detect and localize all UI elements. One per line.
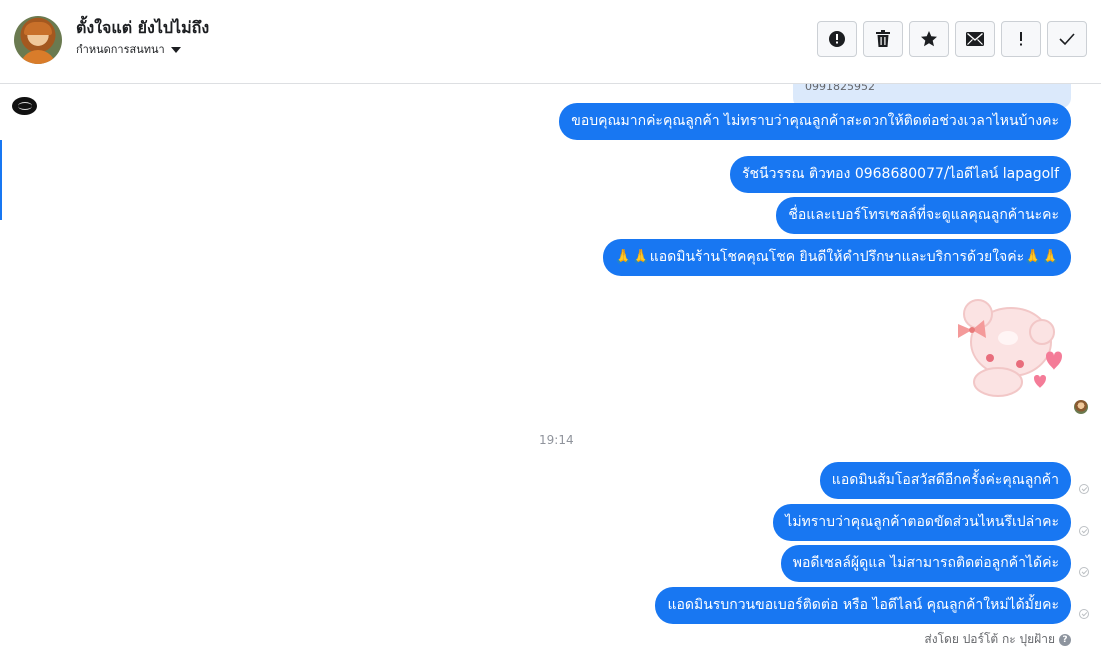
mark-spam-button[interactable] <box>817 21 857 57</box>
assign-conversation-dropdown[interactable]: กำหนดการสนทนา <box>76 40 181 58</box>
contact-name[interactable]: ตั้งใจแต่ ยังไปไม่ถึง <box>76 16 209 41</box>
message-bubble[interactable]: 🙏🙏แอดมินร้านโชคคุณโชค ยินดีให้คำปรึกษาแล… <box>602 239 1071 276</box>
message-bubble[interactable]: รัชนีวรรณ ติวทอง 0968680077/ไอดีไลน์ lap… <box>730 156 1071 193</box>
delete-button[interactable] <box>863 21 903 57</box>
contact-avatar[interactable] <box>14 16 62 64</box>
conversation-toolbar <box>817 21 1087 57</box>
delivered-check-icon <box>1079 567 1089 577</box>
envelope-icon <box>966 32 984 46</box>
message-bubble[interactable]: แอดมินรบกวนขอเบอร์ติดต่อ หรือ ไอดีไลน์ ค… <box>655 587 1071 624</box>
previous-message-text: 0991825952 <box>805 84 875 93</box>
assign-conversation-label: กำหนดการสนทนา <box>76 43 165 56</box>
delivered-check-icon <box>1079 526 1089 536</box>
caret-down-icon <box>170 46 181 53</box>
exclamation-icon <box>1020 32 1022 46</box>
mark-unread-button[interactable] <box>955 21 995 57</box>
conversation-header: ตั้งใจแต่ ยังไปไม่ถึง กำหนดการสนทนา <box>0 0 1101 84</box>
message-bubble[interactable]: แอดมินส้มโอสวัสดีอีกครั้งค่ะคุณลูกค้า <box>819 462 1071 499</box>
seen-by-avatar <box>1074 400 1088 414</box>
sent-by-label: ส่งโดย ปอร์โต้ กะ ปุยฝ้าย <box>924 632 1055 646</box>
selection-indicator <box>0 140 2 220</box>
message-bubble[interactable]: ขอบคุณมากค่ะคุณลูกค้า ไม่ทราบว่าคุณลูกค้… <box>559 103 1071 140</box>
mark-important-button[interactable] <box>1001 21 1041 57</box>
delivered-check-icon <box>1079 484 1089 494</box>
trash-icon <box>876 30 890 47</box>
alert-circle-icon <box>829 31 845 47</box>
message-bubble[interactable]: พอดีเซลล์ผู้ดูแล ไม่สามารถติดต่อลูกค้าได… <box>780 545 1071 582</box>
mark-done-button[interactable] <box>1047 21 1087 57</box>
sent-by-info: ส่งโดย ปอร์โต้ กะ ปุยฝ้าย ? <box>924 630 1071 649</box>
message-bubble[interactable]: ไม่ทราบว่าคุณลูกค้าตอดขัดส่วนไหนรึเปล่าค… <box>773 504 1071 541</box>
star-button[interactable] <box>909 21 949 57</box>
bear-sticker[interactable] <box>950 294 1072 406</box>
star-icon <box>921 31 937 47</box>
help-icon[interactable]: ? <box>1059 633 1071 646</box>
message-bubble[interactable]: ชื่อและเบอร์โทรเซลล์ที่จะดูแลคุณลูกค้านะ… <box>776 197 1071 234</box>
delivered-check-icon <box>1079 609 1089 619</box>
message-timestamp: 19:14 <box>539 433 574 447</box>
page-avatar <box>12 97 37 115</box>
checkmark-icon <box>1059 33 1075 46</box>
